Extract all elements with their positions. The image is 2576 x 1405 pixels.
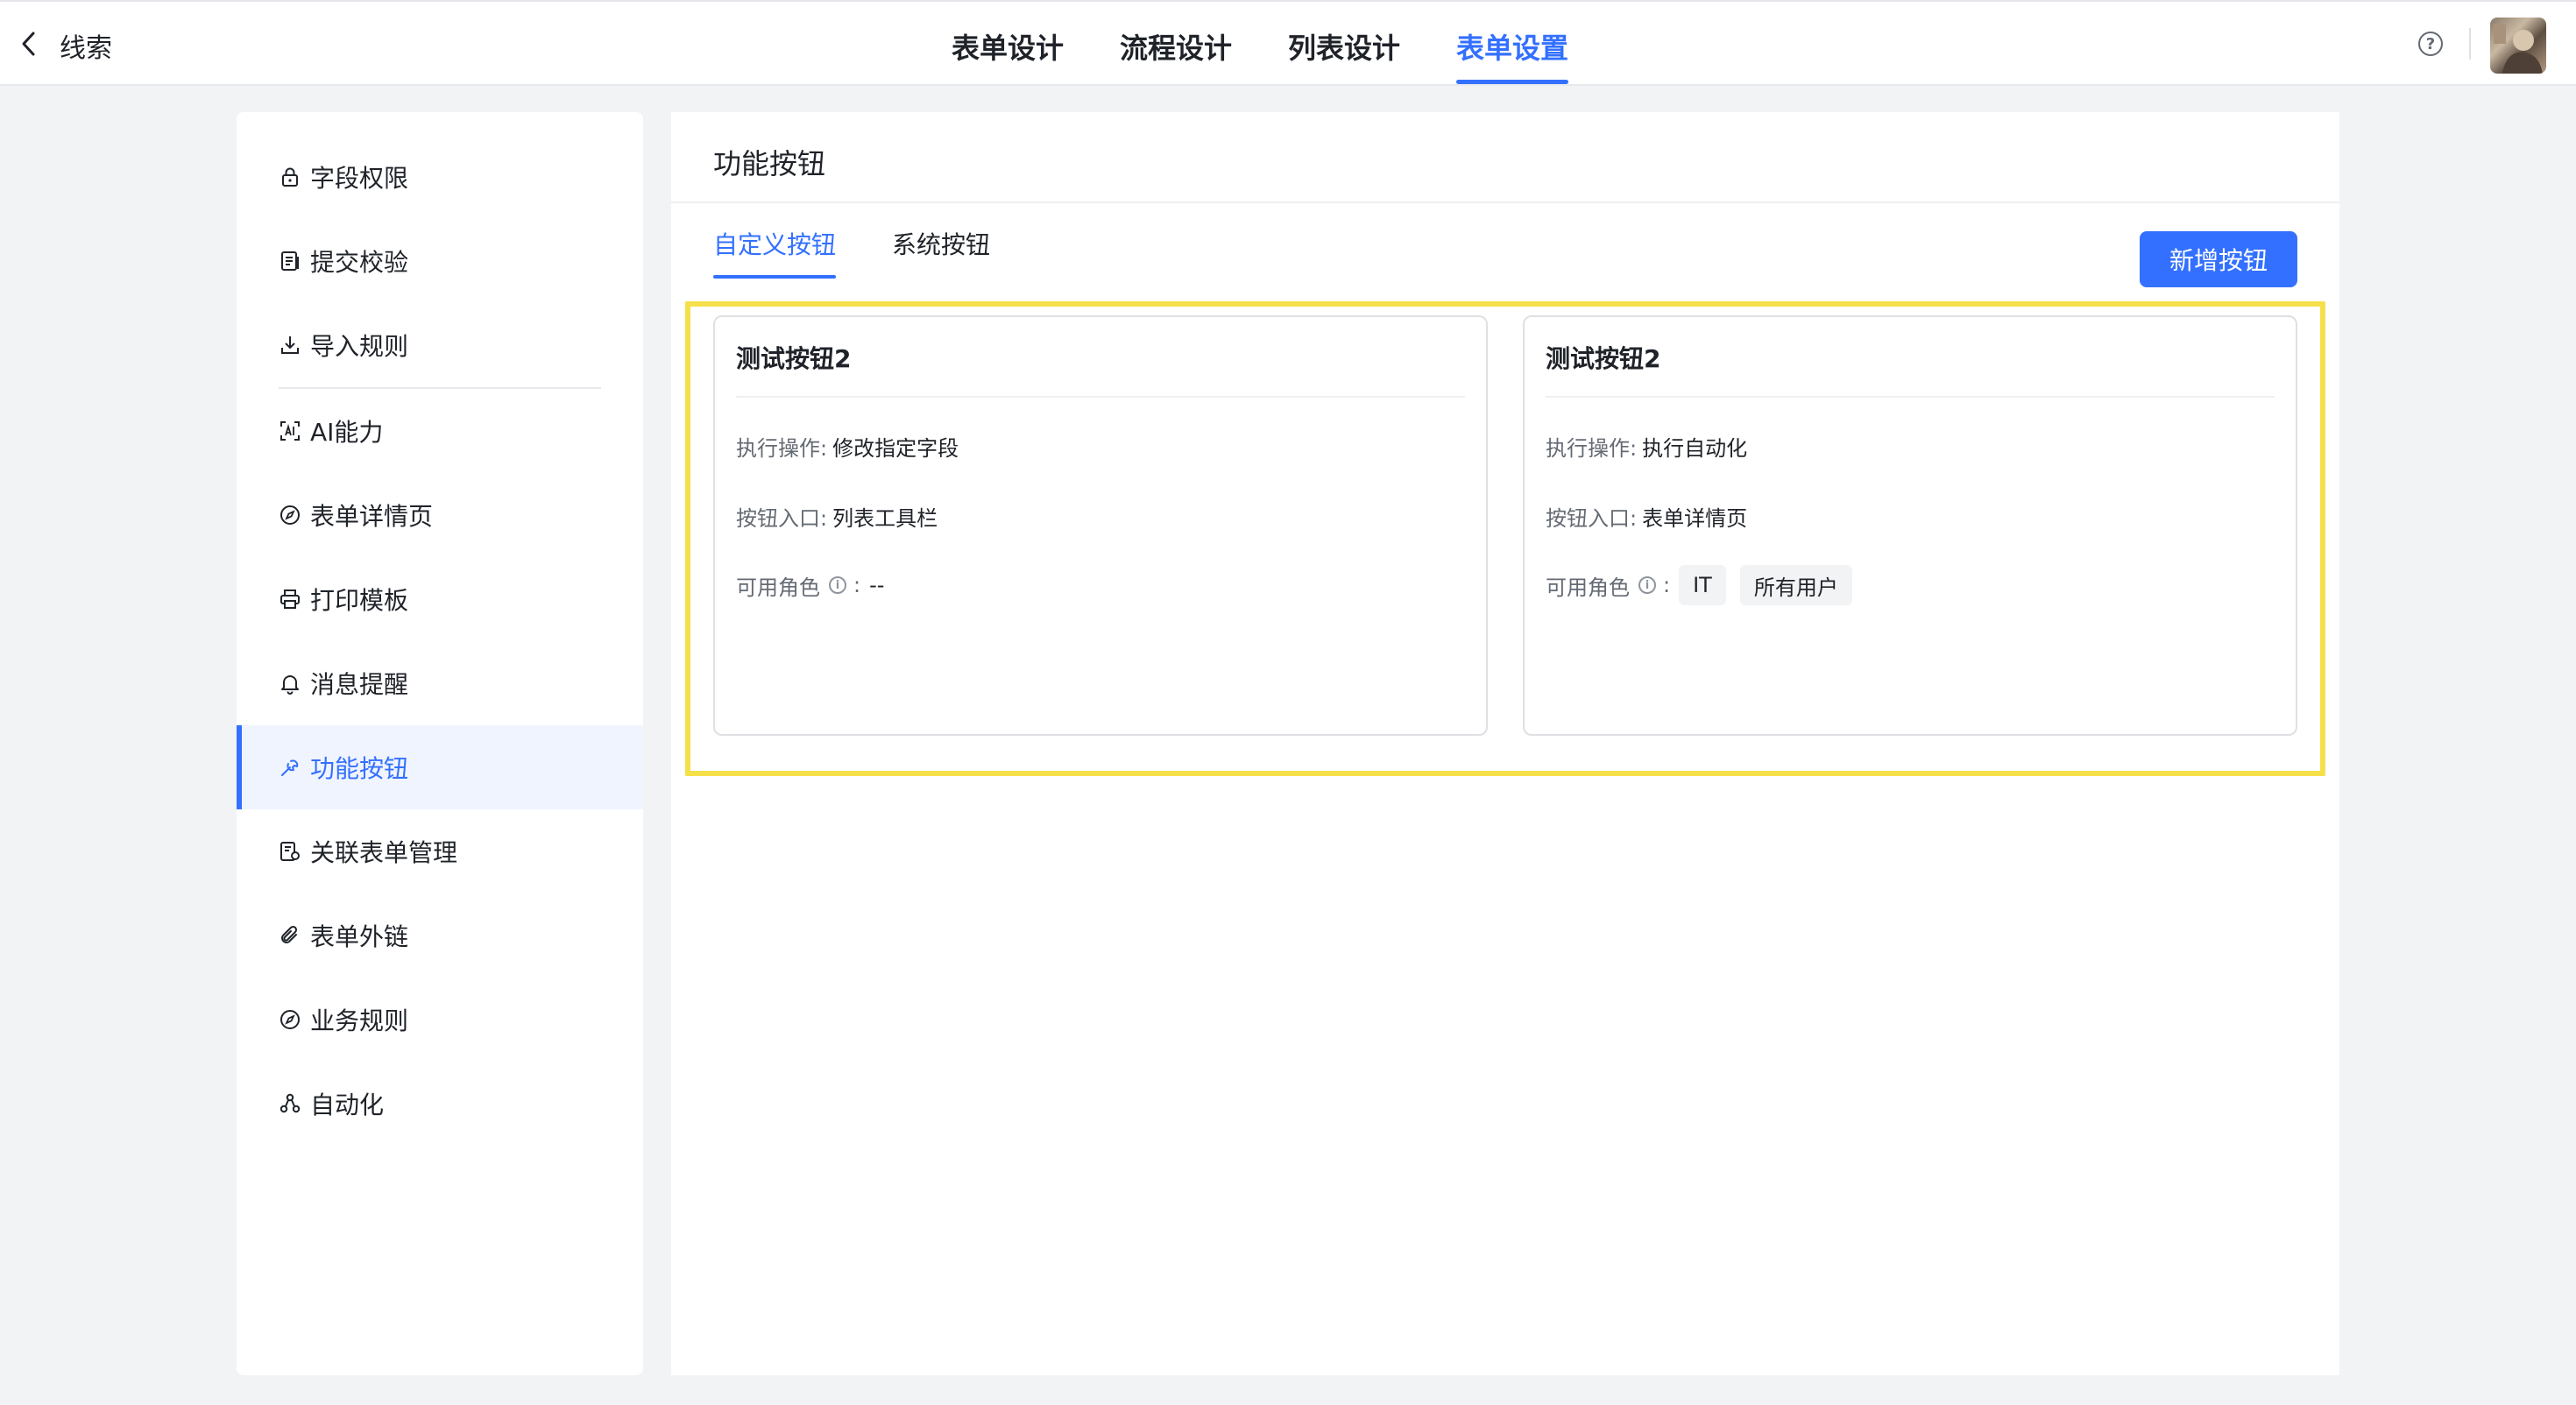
sidebar-item-import-rules[interactable]: 导入规则 (237, 303, 643, 387)
sidebar-item-message-reminder[interactable]: 消息提醒 (237, 641, 643, 725)
printer-icon (279, 588, 301, 611)
title-divider (671, 201, 2339, 203)
sidebar-item-label: 功能按钮 (310, 754, 409, 783)
role-tag: IT (1679, 565, 1726, 605)
download-icon (279, 334, 301, 357)
wrench-icon (279, 756, 301, 779)
tab-form-settings[interactable]: 表单设置 (1456, 2, 1569, 86)
page-title: 功能按钮 (713, 147, 826, 180)
info-icon[interactable]: i (829, 576, 846, 594)
ai-scan-icon (279, 420, 301, 442)
sidebar-item-label: 消息提醒 (310, 670, 409, 699)
checklist-icon (279, 250, 301, 272)
tab-list-design[interactable]: 列表设计 (1288, 2, 1400, 86)
sidebar-item-field-permissions[interactable]: 字段权限 (237, 135, 643, 219)
action-value: 修改指定字段 (832, 436, 959, 461)
card-divider (1546, 396, 2275, 398)
card-divider (736, 396, 1465, 398)
sidebar-item-automation[interactable]: 自动化 (237, 1062, 643, 1146)
tab-form-design[interactable]: 表单设计 (952, 2, 1064, 86)
compass-icon (279, 1008, 301, 1031)
chevron-left-icon (19, 29, 39, 62)
top-nav-tabs: 表单设计 流程设计 列表设计 表单设置 (952, 2, 1624, 86)
sidebar-item-form-external-link[interactable]: 表单外链 (237, 893, 643, 978)
role-tag: 所有用户 (1739, 565, 1852, 605)
card-title: 测试按钮2 (1546, 344, 1661, 373)
card-entry-row: 按钮入口: 表单详情页 (1546, 501, 1747, 532)
roles-key: 可用角色 (736, 575, 820, 600)
sidebar-item-label: 导入规则 (310, 332, 409, 361)
action-key: 执行操作: (1546, 436, 1638, 461)
compass-icon (279, 504, 301, 526)
avatar[interactable] (2490, 18, 2546, 74)
sidebar-item-submit-validation[interactable]: 提交校验 (237, 219, 643, 303)
bell-icon (279, 672, 301, 695)
entry-key: 按钮入口: (736, 506, 828, 531)
main-panel: 功能按钮 自定义按钮 系统按钮 新增按钮 测试按钮2 执行操作: 修改指定字段 … (671, 112, 2339, 1375)
nodes-icon (279, 1092, 301, 1115)
back-label: 线索 (60, 33, 112, 64)
card-action-row: 执行操作: 执行自动化 (1546, 431, 1747, 462)
tab-system-buttons[interactable]: 系统按钮 (892, 226, 990, 279)
card-roles-row: 可用角色 i : IT 所有用户 (1546, 564, 1861, 606)
card-action-row: 执行操作: 修改指定字段 (736, 431, 959, 462)
settings-sidebar: 字段权限 提交校验 导入规则 AI能力 表单详情页 打印模板 消息提醒 功能按钮… (237, 112, 643, 1375)
top-header: 线索 表单设计 流程设计 列表设计 表单设置 ? (0, 0, 2576, 86)
sidebar-item-business-rules[interactable]: 业务规则 (237, 978, 643, 1062)
sidebar-item-ai-ability[interactable]: AI能力 (237, 389, 643, 473)
sidebar-item-label: 表单详情页 (310, 502, 434, 531)
action-value: 执行自动化 (1642, 436, 1748, 461)
action-key: 执行操作: (736, 436, 828, 461)
sidebar-item-linked-form-management[interactable]: 关联表单管理 (237, 809, 643, 893)
sidebar-item-label: 表单外链 (310, 922, 409, 951)
add-button[interactable]: 新增按钮 (2140, 231, 2297, 287)
card-entry-row: 按钮入口: 列表工具栏 (736, 501, 938, 532)
entry-value: 列表工具栏 (832, 506, 938, 531)
back-button[interactable]: 线索 (19, 28, 112, 64)
help-icon[interactable]: ? (2418, 32, 2443, 56)
roles-colon: : (853, 573, 861, 597)
card-roles-row: 可用角色 i : -- (736, 564, 884, 606)
tab-flow-design[interactable]: 流程设计 (1120, 2, 1232, 86)
button-type-tabs: 自定义按钮 系统按钮 (713, 226, 1046, 279)
roles-value: -- (869, 573, 885, 597)
sidebar-item-label: 提交校验 (310, 248, 409, 277)
sidebar-item-label: 关联表单管理 (310, 838, 458, 867)
sidebar-item-form-detail-page[interactable]: 表单详情页 (237, 473, 643, 557)
sidebar-item-label: 业务规则 (310, 1006, 409, 1035)
sidebar-item-print-template[interactable]: 打印模板 (237, 557, 643, 641)
tab-custom-buttons[interactable]: 自定义按钮 (713, 226, 837, 279)
roles-key: 可用角色 (1546, 575, 1630, 600)
entry-value: 表单详情页 (1642, 506, 1748, 531)
roles-colon: : (1663, 573, 1671, 597)
card-title: 测试按钮2 (736, 344, 852, 373)
paperclip-icon (279, 924, 301, 947)
entry-key: 按钮入口: (1546, 506, 1638, 531)
sidebar-item-label: 字段权限 (310, 164, 409, 193)
sidebar-item-label: AI能力 (310, 418, 384, 447)
lock-icon (279, 166, 301, 188)
sidebar-item-label: 自动化 (310, 1091, 385, 1119)
info-icon[interactable]: i (1638, 576, 1656, 594)
button-card[interactable]: 测试按钮2 执行操作: 执行自动化 按钮入口: 表单详情页 可用角色 i : I… (1523, 315, 2297, 736)
header-divider (2469, 28, 2471, 60)
sidebar-item-function-buttons[interactable]: 功能按钮 (237, 725, 643, 809)
sidebar-item-label: 打印模板 (310, 586, 409, 615)
form-link-icon (279, 840, 301, 863)
button-card[interactable]: 测试按钮2 执行操作: 修改指定字段 按钮入口: 列表工具栏 可用角色 i : … (713, 315, 1488, 736)
